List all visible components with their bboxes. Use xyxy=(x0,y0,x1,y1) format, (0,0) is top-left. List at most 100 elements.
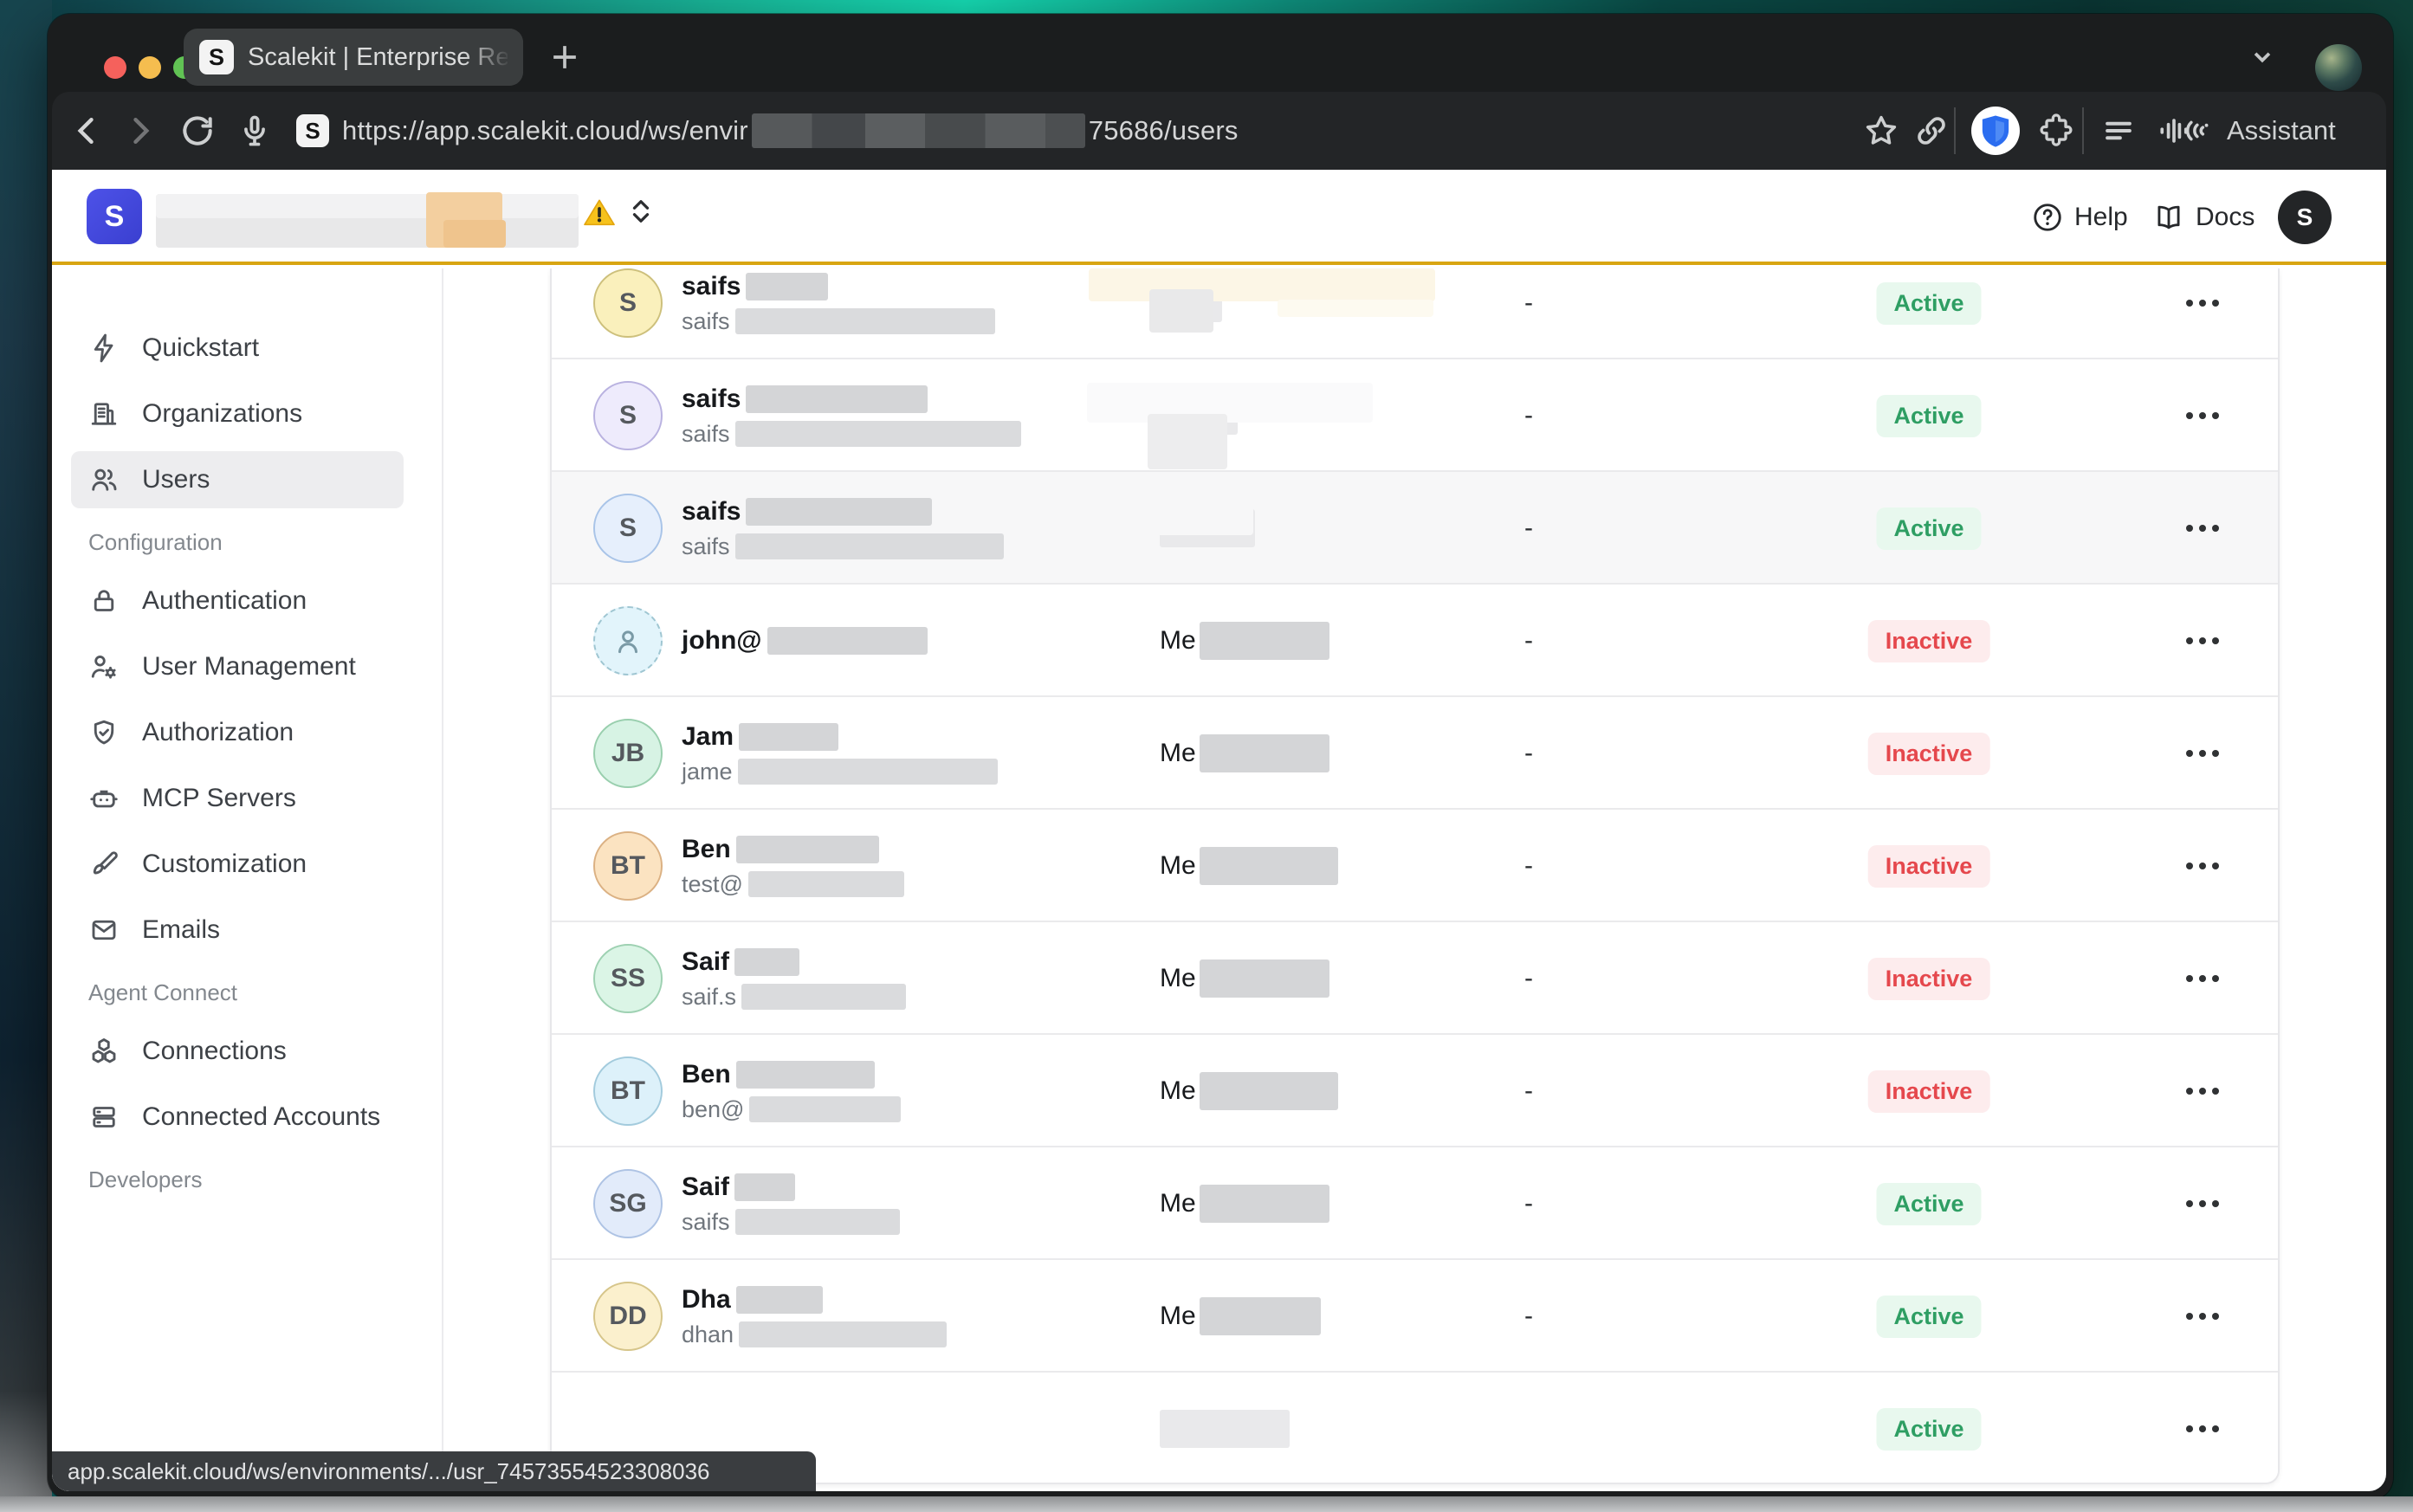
row-actions-menu-icon[interactable] xyxy=(2186,1373,2219,1484)
assistant-button[interactable]: Assistant xyxy=(2178,92,2336,170)
membership-cell: Me xyxy=(1160,1260,1321,1373)
table-row[interactable]: BTBenben@Me-Inactive xyxy=(552,1035,2278,1147)
membership-redaction xyxy=(1160,1410,1290,1448)
user-gear-icon xyxy=(88,651,120,682)
warning-triangle-icon xyxy=(580,196,618,230)
status-badge: Active xyxy=(1876,507,1981,550)
table-row[interactable]: BTBentest@Me-Inactive xyxy=(552,810,2278,922)
name-redaction xyxy=(746,385,928,413)
row-actions-menu-icon[interactable] xyxy=(2186,1147,2219,1260)
row-actions-menu-icon[interactable] xyxy=(2186,268,2219,359)
user-email: saif.s xyxy=(682,984,906,1011)
table-row[interactable]: SSSaifsaif.sMe-Inactive xyxy=(552,922,2278,1035)
table-row[interactable]: SGSaifsaifsMe-Active xyxy=(552,1147,2278,1260)
sidebar-item-connections[interactable]: Connections xyxy=(52,1018,442,1084)
sidebar-item-mcp-servers[interactable]: MCP Servers xyxy=(52,766,442,831)
profile-sphere[interactable] xyxy=(2315,44,2362,91)
avatar: S xyxy=(593,381,663,450)
avatar xyxy=(593,606,663,675)
status-cell: Active xyxy=(1876,1260,1981,1373)
sidebar-item-authentication[interactable]: Authentication xyxy=(52,568,442,634)
browser-content-card: S https://app.scalekit.cloud/ws/envir 75… xyxy=(52,92,2386,1491)
workspace-switcher-chevrons-icon[interactable] xyxy=(625,196,657,234)
table-row[interactable]: Ssaifssaifs-Active xyxy=(552,472,2278,585)
sidebar-item-user-management[interactable]: User Management xyxy=(52,634,442,700)
row-actions-menu-icon[interactable] xyxy=(2186,472,2219,585)
tabs-chevron-down-icon[interactable] xyxy=(2246,40,2279,73)
avatar: SS xyxy=(593,944,663,1013)
status-badge: Active xyxy=(1876,1296,1981,1338)
minimize-traffic-light[interactable] xyxy=(139,56,161,79)
user-name-block: Dhadhan xyxy=(682,1260,947,1373)
table-row[interactable]: john@Me-Inactive xyxy=(552,585,2278,697)
sidebar-item-customization[interactable]: Customization xyxy=(52,831,442,897)
back-icon[interactable] xyxy=(68,112,106,150)
extensions-puzzle-icon[interactable] xyxy=(2037,112,2075,150)
last-signin-cell xyxy=(1511,1373,1546,1484)
membership-cell xyxy=(1160,1373,1290,1484)
avatar: JB xyxy=(593,719,663,788)
robot-icon xyxy=(88,783,120,814)
reader-lines-icon[interactable] xyxy=(2099,112,2138,150)
lock-icon xyxy=(88,585,120,617)
status-badge: Active xyxy=(1876,1408,1981,1451)
user-email: jame xyxy=(682,759,998,785)
user-name-block: Bentest@ xyxy=(682,810,904,922)
copy-link-icon[interactable] xyxy=(1912,112,1950,150)
browser-tab[interactable]: S Scalekit | Enterprise Ready A xyxy=(184,29,523,86)
user-avatar[interactable]: S xyxy=(2278,191,2332,244)
status-cell: Inactive xyxy=(1868,810,1990,922)
bitwarden-shield-icon[interactable] xyxy=(1971,107,2020,155)
user-email: dhan xyxy=(682,1321,947,1348)
sidebar-item-organizations[interactable]: Organizations xyxy=(52,381,442,447)
mic-icon[interactable] xyxy=(236,112,274,150)
status-cell: Active xyxy=(1876,472,1981,585)
docs-button[interactable]: Docs xyxy=(2152,170,2255,265)
url-bar[interactable]: https://app.scalekit.cloud/ws/envir 7568… xyxy=(342,92,1239,170)
user-name-block: Benben@ xyxy=(682,1035,901,1147)
sidebar-item-label: Customization xyxy=(142,850,307,879)
shield-check-icon xyxy=(88,717,120,748)
sidebar-item-users[interactable]: Users xyxy=(52,447,442,513)
row-actions-menu-icon[interactable] xyxy=(2186,810,2219,922)
app-header: S Help xyxy=(52,170,2386,265)
sidebar-section-label: Agent Connect xyxy=(52,963,442,1018)
reload-icon[interactable] xyxy=(178,112,217,150)
row-actions-menu-icon[interactable] xyxy=(2186,585,2219,697)
bookmark-star-icon[interactable] xyxy=(1862,112,1900,150)
table-row[interactable]: Ssaifssaifs-Active xyxy=(552,268,2278,359)
status-badge: Inactive xyxy=(1868,733,1990,775)
sidebar-item-quickstart[interactable]: Quickstart xyxy=(52,315,442,381)
user-email: saifs xyxy=(682,533,1004,560)
sidebar-item-authorization[interactable]: Authorization xyxy=(52,700,442,766)
row-actions-menu-icon[interactable] xyxy=(2186,359,2219,472)
new-tab-plus-icon[interactable] xyxy=(546,38,584,76)
status-badge: Active xyxy=(1876,395,1981,437)
status-cell: Inactive xyxy=(1868,697,1990,810)
name-redaction xyxy=(736,1061,875,1089)
forward-icon[interactable] xyxy=(121,112,159,150)
sidebar-item-connected-accounts[interactable]: Connected Accounts xyxy=(52,1084,442,1150)
status-cell: Active xyxy=(1876,268,1981,359)
table-row[interactable]: JBJamjameMe-Inactive xyxy=(552,697,2278,810)
user-name-block: john@ xyxy=(682,585,928,697)
table-row[interactable]: Ssaifssaifs-Active xyxy=(552,359,2278,472)
status-badge: Inactive xyxy=(1868,845,1990,888)
help-button[interactable]: Help xyxy=(2031,170,2128,265)
sidebar: QuickstartOrganizationsUsersConfiguratio… xyxy=(52,268,443,1491)
user-email: saifs xyxy=(682,421,1021,448)
last-signin-cell: - xyxy=(1511,585,1546,697)
sidebar-item-emails[interactable]: Emails xyxy=(52,897,442,963)
user-name-block: saifssaifs xyxy=(682,268,995,359)
workspace-name-redaction xyxy=(156,194,579,218)
close-traffic-light[interactable] xyxy=(104,56,126,79)
row-actions-menu-icon[interactable] xyxy=(2186,1035,2219,1147)
user-email: ben@ xyxy=(682,1096,901,1123)
row-actions-menu-icon[interactable] xyxy=(2186,697,2219,810)
table-row[interactable]: DDDhadhanMe-Active xyxy=(552,1260,2278,1373)
row-actions-menu-icon[interactable] xyxy=(2186,922,2219,1035)
avatar: BT xyxy=(593,1056,663,1126)
row-actions-menu-icon[interactable] xyxy=(2186,1260,2219,1373)
membership-redaction xyxy=(1200,1072,1338,1110)
paintbrush-icon xyxy=(88,849,120,880)
